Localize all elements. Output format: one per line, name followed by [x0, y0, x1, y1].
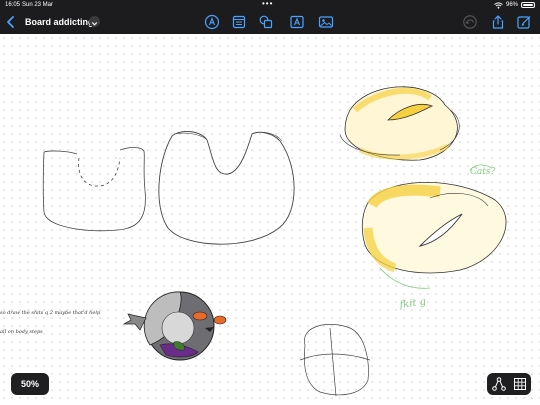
shapes-icon[interactable] — [258, 14, 274, 30]
u-shape-sketch — [158, 131, 295, 245]
doodle-head-bottom — [361, 181, 507, 289]
handwritten-note-line-2: all on body steps — [0, 329, 43, 335]
doodle-head-top — [339, 86, 460, 161]
character-drawing — [122, 291, 227, 361]
battery-percent: 96% — [505, 2, 518, 8]
document-title[interactable]: Board addicting — [25, 15, 94, 29]
share-icon[interactable] — [490, 14, 506, 30]
undo-icon[interactable] — [462, 14, 478, 30]
pen-tool-icon[interactable] — [204, 14, 220, 30]
grid-icon[interactable] — [512, 376, 528, 392]
dashed-u-shape-sketch — [42, 147, 146, 232]
text-box-icon[interactable] — [289, 14, 305, 30]
top-toolbar: Board addicting — [0, 10, 540, 34]
status-bar: 16:05 Sun 23 Mar ••• 96% — [0, 0, 540, 10]
multitasking-dots-icon[interactable]: ••• — [262, 0, 273, 9]
annotation-fkit: fkit g — [398, 296, 427, 311]
zoom-level-button[interactable]: 50% — [11, 373, 49, 395]
freeform-app: 16:05 Sun 23 Mar ••• 96% Board addicting — [0, 0, 540, 405]
status-time: 16:05 — [5, 2, 21, 8]
chevron-down-icon[interactable] — [89, 16, 100, 27]
wifi-icon — [494, 1, 503, 9]
bottom-tools-panel — [487, 373, 531, 395]
battery-icon — [521, 2, 535, 8]
annotation-cats: Cats? — [470, 167, 495, 177]
edit-icon[interactable] — [516, 14, 532, 30]
board-drawings: Cats? fkit g so draw the shits q 2 maybe… — [0, 86, 507, 397]
handwritten-note-line-1: so draw the shits q 2 maybe that'd help — [0, 310, 101, 316]
image-icon[interactable] — [318, 14, 334, 30]
battery-fill — [523, 4, 533, 6]
sketch-bottom-figure — [299, 324, 371, 397]
connector-icon[interactable] — [491, 376, 507, 392]
note-icon[interactable] — [231, 14, 247, 30]
chevron-left-icon[interactable] — [4, 14, 18, 30]
status-date: Sun 23 Mar — [22, 2, 54, 8]
status-right: 96% — [494, 0, 535, 10]
board-canvas[interactable]: Cats? fkit g so draw the shits q 2 maybe… — [0, 34, 540, 405]
